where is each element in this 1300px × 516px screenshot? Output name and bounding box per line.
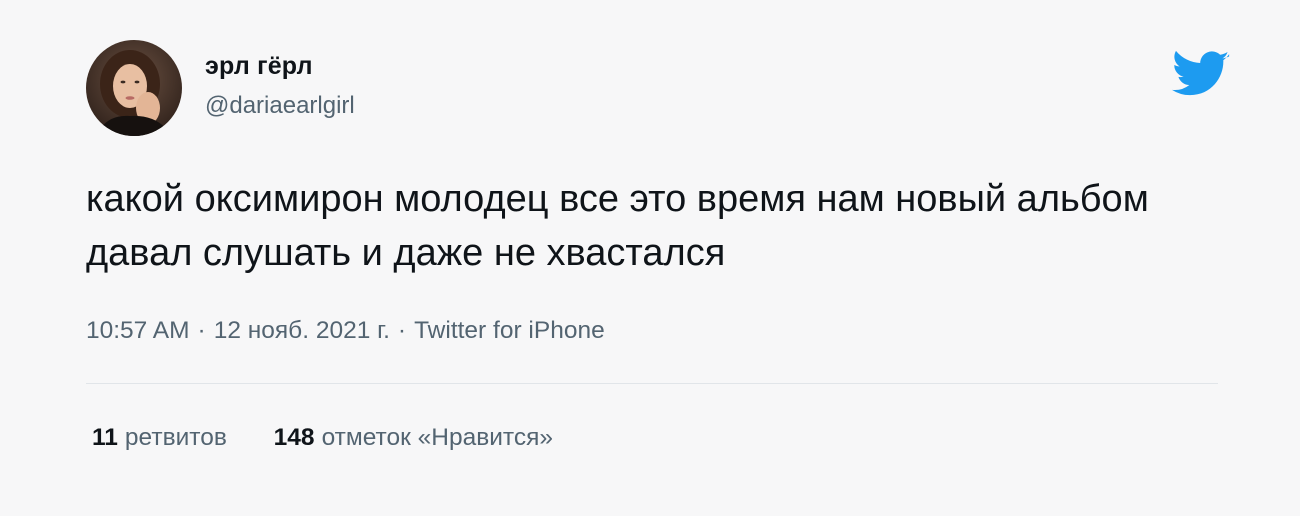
tweet-source[interactable]: Twitter for iPhone [414,317,605,344]
likes-stat[interactable]: 148 отметок «Нравится» [274,424,553,452]
twitter-bird-icon[interactable] [1172,50,1230,100]
meta-separator: · [397,317,407,344]
tweet-text: какой оксимирон молодец все это время на… [86,178,1149,274]
profile-photo-icon [86,40,182,136]
tweet-time[interactable]: 10:57 AM [86,317,190,344]
likes-label: отметок «Нравится» [321,424,553,451]
likes-count: 148 [273,424,315,451]
retweets-stat[interactable]: 11 ретвитов [92,424,227,452]
twitter-bird-icon-graphic [1172,50,1230,96]
retweets-count: 11 [92,424,118,451]
divider [86,383,1218,384]
display-name[interactable]: эрл гёрл [205,52,313,81]
tweet-date[interactable]: 12 нояб. 2021 г. [214,317,390,344]
tweet-card: эрл гёрл @dariaearlgirl какой оксимирон … [0,0,1300,516]
meta-separator: · [197,317,206,344]
tweet-meta: 10:57 AM · 12 нояб. 2021 г. · Twitter for iP… [86,317,605,345]
user-handle[interactable]: @dariaearlgirl [205,92,355,120]
avatar[interactable] [86,40,182,136]
tweet-stats: 11 ретвитов 148 отметок «Нравится» [92,424,553,452]
retweets-label: ретвитов [124,424,227,451]
